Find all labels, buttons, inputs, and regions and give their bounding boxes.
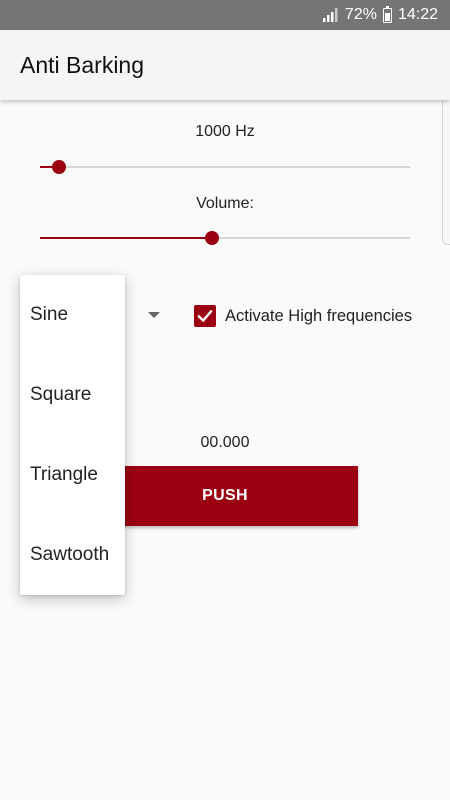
app-title: Anti Barking [20, 52, 145, 78]
signal-icon [322, 8, 338, 22]
high-frequencies-label[interactable]: Activate High frequencies [225, 307, 412, 326]
dropdown-arrow-icon[interactable] [148, 312, 160, 318]
frequency-slider[interactable] [40, 157, 410, 177]
status-icons: 72% 14:22 [322, 0, 438, 30]
clock: 14:22 [397, 6, 438, 23]
push-button[interactable]: PUSH [92, 466, 358, 526]
waveform-option-sine[interactable]: Sine [20, 275, 125, 355]
status-bar: 72% 14:22 [0, 0, 450, 30]
high-frequencies-checkbox[interactable] [194, 305, 216, 327]
frequency-label: 1000 Hz [195, 123, 255, 140]
volume-slider-thumb[interactable] [205, 231, 220, 245]
volume-slider[interactable] [40, 228, 410, 248]
waveform-dropdown-menu: Sine Square Triangle Sawtooth [20, 275, 125, 595]
waveform-option-square[interactable]: Square [20, 355, 125, 435]
volume-slider-fill [40, 237, 213, 239]
frequency-slider-track [40, 166, 410, 168]
app-bar: Anti Barking [0, 30, 450, 100]
battery-icon [382, 5, 392, 23]
checkmark-icon [197, 309, 213, 323]
volume-label: Volume: [196, 195, 254, 212]
waveform-option-triangle[interactable]: Triangle [20, 435, 125, 515]
frequency-slider-thumb[interactable] [51, 160, 66, 174]
battery-percent: 72% [344, 6, 377, 23]
waveform-option-sawtooth[interactable]: Sawtooth [20, 515, 125, 595]
edge-panel-handle[interactable] [442, 90, 450, 245]
